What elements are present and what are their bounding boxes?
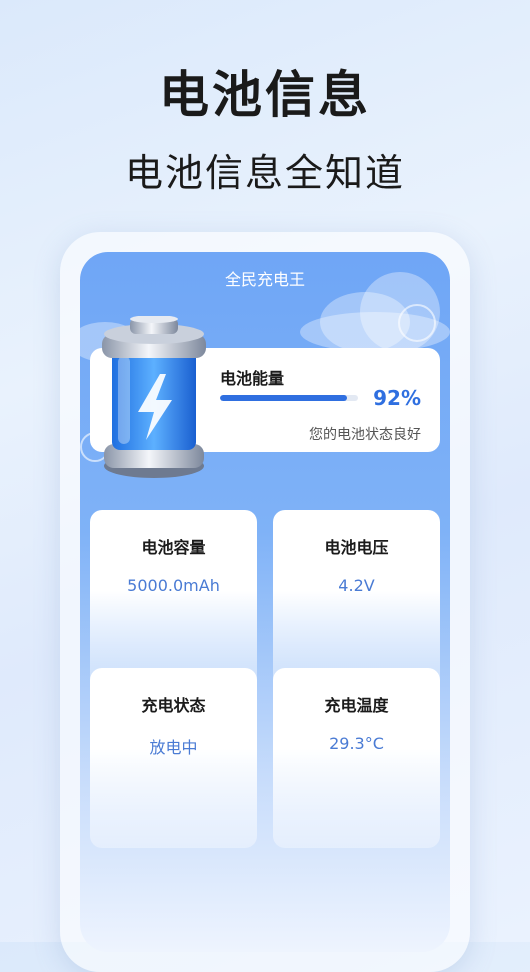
battery-lightning-icon <box>102 316 206 478</box>
temperature-label: 充电温度 <box>324 696 389 715</box>
info-card-voltage: 电池电压 4.2V <box>273 510 440 690</box>
charge-status-value: 放电中 <box>149 738 198 757</box>
bubble-decoration <box>398 304 436 342</box>
capacity-label: 电池容量 <box>141 538 206 557</box>
capacity-value: 5000.0mAh <box>127 576 220 595</box>
page-title: 电池信息 <box>159 66 371 124</box>
charge-status-label: 充电状态 <box>141 696 206 715</box>
battery-progress-fill <box>220 395 347 401</box>
battery-progress-bar <box>220 395 358 401</box>
temperature-value: 29.3°C <box>329 734 384 753</box>
info-card-capacity: 电池容量 5000.0mAh <box>90 510 257 690</box>
voltage-value: 4.2V <box>338 576 375 595</box>
info-card-temperature: 充电温度 29.3°C <box>273 668 440 848</box>
voltage-label: 电池电压 <box>324 538 389 557</box>
app-screen: 全民充电王 电池能量 92% 您的电池状态良好 电池容量 5000.0mAh 电… <box>80 252 450 952</box>
page-subtitle: 电池信息全知道 <box>124 151 405 195</box>
info-card-charge-status: 充电状态 放电中 <box>90 668 257 848</box>
battery-percent: 92% <box>373 386 421 410</box>
energy-label: 电池能量 <box>220 369 285 388</box>
battery-status-text: 您的电池状态良好 <box>309 427 421 443</box>
app-title: 全民充电王 <box>224 270 305 289</box>
